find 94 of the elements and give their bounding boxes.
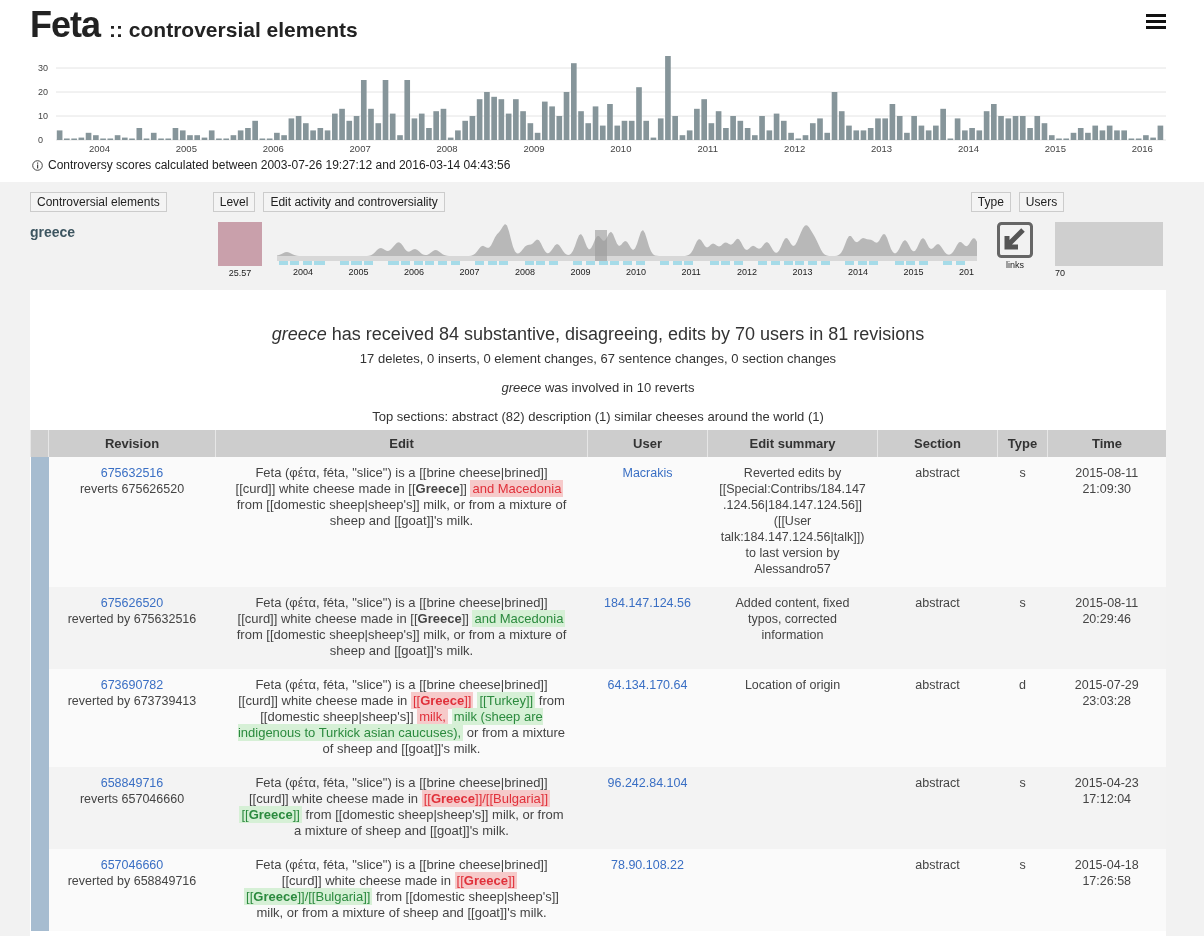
edit-text: Feta (φέτα, féta, "slice") is a [[brine cheese|brined]] [[curd]] white cheese made in [[Greece]]/[[Bulgaria]] [[Greece]] from [[domestic sheep|sheep's]] milk, or from a mixture of sheep and [[goat]]'s milk. <box>215 767 588 849</box>
change-counts: 17 deletes, 0 inserts, 0 element changes, 67 sentence changes, 0 section changes <box>358 351 838 366</box>
axis-label: 30 <box>38 63 48 73</box>
header-cell <box>30 430 49 457</box>
revision-link[interactable]: 673690782 <box>58 677 206 693</box>
axis-label: 2010 <box>610 143 632 152</box>
level-value: 25.57 <box>228 268 252 278</box>
section-cell: abstract <box>877 457 998 587</box>
user-link[interactable]: Macrakis <box>597 465 698 481</box>
column-header-button[interactable]: Level <box>212 192 256 212</box>
axis-label: 2007 <box>349 143 371 152</box>
axis-label: 2008 <box>515 267 537 277</box>
revision-link[interactable]: 675626520 <box>58 595 206 611</box>
column-header-button[interactable]: Users <box>1018 192 1065 212</box>
revert-count: greece was involved in 10 reverts <box>500 380 696 395</box>
column-header[interactable]: User <box>587 430 708 457</box>
column-header-button[interactable]: Edit activity and controversiality <box>263 192 445 212</box>
column-header[interactable]: Time <box>1047 430 1166 457</box>
axis-label: 2009 <box>570 267 592 277</box>
column-header[interactable]: Revision <box>48 430 216 457</box>
column-header[interactable]: Edit summary <box>707 430 878 457</box>
axis-label: 2005 <box>348 267 370 277</box>
revert-note: reverted by 673739413 <box>66 693 198 709</box>
section-cell: abstract <box>877 587 998 669</box>
user-link[interactable]: 184.147.124.56 <box>597 595 698 611</box>
section-cell: abstract <box>877 849 998 931</box>
axis-label: 2006 <box>404 267 426 277</box>
axis-label: 2011 <box>697 143 718 152</box>
time-cell: 2015-07-29 23:03:28 <box>1047 669 1166 767</box>
element-name: greece <box>30 223 77 240</box>
column-header-button[interactable]: Controversial elements <box>30 192 167 212</box>
info-icon <box>32 159 43 171</box>
axis-label: 2013 <box>871 143 893 152</box>
axis-label: 0 <box>38 135 43 145</box>
axis-label: 10 <box>38 111 48 121</box>
type-cell: s <box>997 767 1048 849</box>
time-cell: 2015-08-11 21:09:30 <box>1047 457 1166 587</box>
column-header[interactable]: Type <box>997 430 1048 457</box>
axis-label: 2006 <box>262 143 284 152</box>
axis-label: 2010 <box>626 267 648 277</box>
axis-label: 2014 <box>957 143 980 152</box>
column-header[interactable]: Edit <box>215 430 588 457</box>
axis-label: 2004 <box>293 267 315 277</box>
summary-headline: greece has received 84 substantive, disagreeing, edits by 70 users in 81 revisions <box>270 324 926 345</box>
axis-label: 2014 <box>848 267 870 277</box>
type-cell: s <box>997 849 1048 931</box>
edit-text: Feta (φέτα, féta, "slice") is a [[brine cheese|brined]] [[curd]] white cheese made in [[Greece]] [[Turkey]] from [[domestic sheep|sheep's]] milk, milk (sheep are indigenous to Turkick asian caucuses), or from a mixture of sheep and [[goat]]'s milk. <box>215 669 588 767</box>
axis-label: 2011 <box>681 267 702 277</box>
type-cell: d <box>997 669 1048 767</box>
edit-text: Feta (φέτα, féta, "slice") is a [[brine cheese|brined]] [[curd]] white cheese made in [[Greece]] [[Greece]]/[[Bulgaria]] from [[domestic sheep|sheep's]] milk, or from a mixture of sheep and [[goat]]'s milk. <box>215 849 588 931</box>
axis-label: 2009 <box>523 143 545 152</box>
time-cell: 2015-04-23 17:12:04 <box>1047 767 1166 849</box>
time-cell: 2015-04-18 17:26:58 <box>1047 849 1166 931</box>
axis-label: 2013 <box>792 267 814 277</box>
edit-summary: Location of origin <box>707 669 878 767</box>
revision-link[interactable]: 657046660 <box>58 857 206 873</box>
revision-link[interactable]: 658849716 <box>58 775 206 791</box>
axis-label: 2012 <box>737 267 759 277</box>
column-header-button[interactable]: Type <box>970 192 1011 212</box>
axis-label: 2004 <box>88 143 110 152</box>
axis-label: 2015 <box>903 267 925 277</box>
axis-label: 2015 <box>1044 143 1066 152</box>
edit-summary: Reverted edits by [[Special:Contribs/184.147.124.56|184.147.124.56]] ([[User talk:184.147.124.56|talk]]) to last version by Alessandro57 <box>707 457 878 587</box>
revert-note: reverts 675626520 <box>78 481 186 497</box>
axis-label: 2007 <box>459 267 481 277</box>
users-count: 70 <box>1055 268 1065 278</box>
revert-note: reverted by 675632516 <box>66 611 198 627</box>
type-label: links <box>1006 260 1024 270</box>
section-cell: abstract <box>877 767 998 849</box>
menu-icon[interactable] <box>1146 14 1166 30</box>
axis-label: 2008 <box>436 143 458 152</box>
section-cell: abstract <box>877 669 998 767</box>
level-swatch <box>218 222 262 266</box>
edit-text: Feta (φέτα, féta, "slice") is a [[brine cheese|brined]] [[curd]] white cheese made in [[Greece]] and Macedonia from [[domestic sheep|sheep's]] milk, or from a mixture of sheep and [[goat]]'s milk. <box>215 587 588 669</box>
revision-link[interactable]: 675632516 <box>58 465 206 481</box>
axis-label: 20 <box>38 87 48 97</box>
axis-label: 201 <box>959 267 976 277</box>
page-title: Feta :: controversial elements <box>30 4 358 46</box>
type-cell: s <box>997 457 1048 587</box>
time-cell: 2015-08-11 20:29:46 <box>1047 587 1166 669</box>
top-sections: Top sections: abstract (82) description (1) similar cheeses around the world (1) <box>30 409 1166 424</box>
revert-note: reverted by 658849716 <box>66 873 198 889</box>
user-link[interactable]: 78.90.108.22 <box>597 857 698 873</box>
user-link[interactable]: 64.134.170.64 <box>597 677 698 693</box>
edit-text: Feta (φέτα, féta, "slice") is a [[brine cheese|brined]] [[curd]] white cheese made in [[Greece]] and Macedonia from [[domestic sheep|sheep's]] milk, or from a mixture of sheep and [[goat]]'s milk. <box>215 457 588 587</box>
axis-label: 2005 <box>175 143 197 152</box>
user-link[interactable]: 96.242.84.104 <box>597 775 698 791</box>
axis-label: 2016 <box>1131 143 1153 152</box>
revert-note: reverts 657046660 <box>78 791 186 807</box>
info-text: Controversy scores calculated between 2003-07-26 19:27:12 and 2016-03-14 04:43:56 <box>48 158 511 172</box>
axis-label: 2012 <box>784 143 806 152</box>
column-header[interactable]: Section <box>877 430 998 457</box>
type-cell: s <box>997 587 1048 669</box>
edit-summary: Added content, fixed typos, corrected information <box>707 587 878 669</box>
